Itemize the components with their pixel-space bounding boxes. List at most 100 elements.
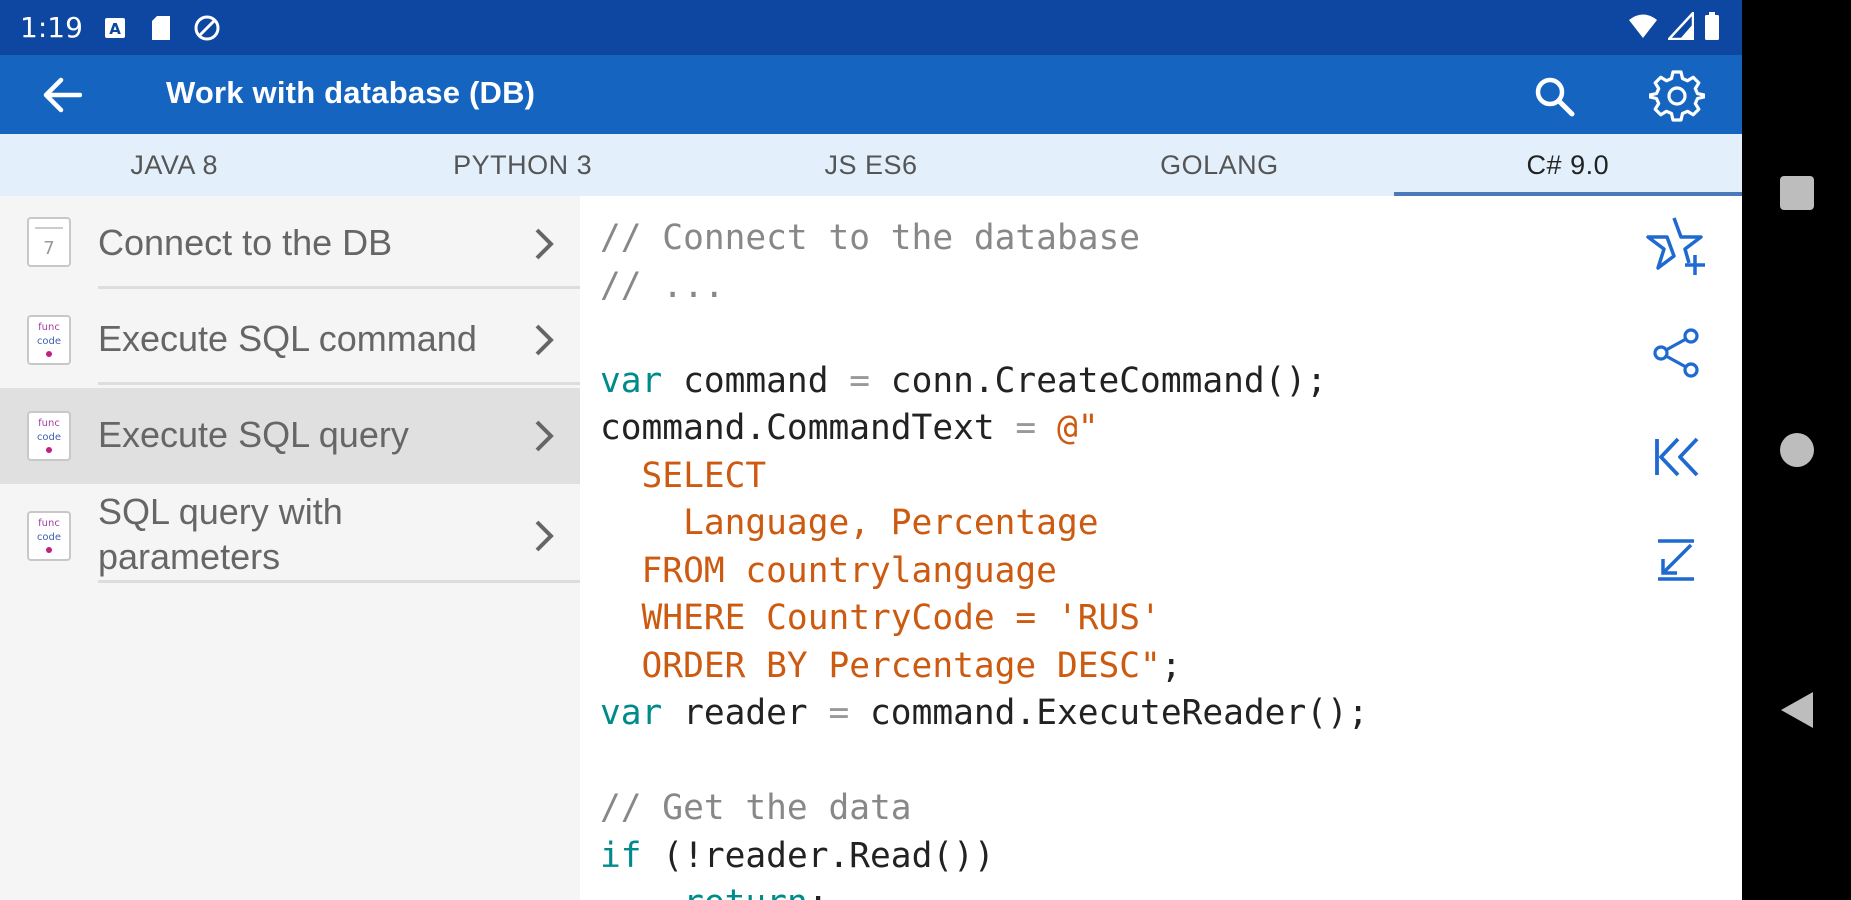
list-item-label: Connect to the DB bbox=[98, 222, 393, 263]
language-tabs: JAVA 8 PYTHON 3 JS ES6 GOLANG C# 9.0 bbox=[0, 134, 1742, 196]
code-line: WHERE CountryCode = 'RUS' bbox=[600, 595, 1369, 643]
list-item-label: Execute SQL command bbox=[98, 318, 477, 359]
app-bar: Work with database (DB) bbox=[0, 55, 1742, 134]
code-token: reader bbox=[662, 693, 829, 733]
share-icon bbox=[1653, 328, 1699, 378]
svg-text:code: code bbox=[37, 336, 61, 347]
tab-js-es6[interactable]: JS ES6 bbox=[697, 134, 1045, 196]
code-document-icon: func code bbox=[27, 411, 71, 461]
skip-to-start-icon bbox=[1655, 437, 1699, 477]
code-document-icon: func code bbox=[27, 315, 71, 365]
code-token: = bbox=[828, 693, 850, 733]
code-token: conn.CreateCommand(); bbox=[870, 360, 1327, 401]
tab-java-8[interactable]: JAVA 8 bbox=[0, 134, 348, 196]
overview-square-icon bbox=[1780, 176, 1814, 210]
code-line: // ... bbox=[600, 263, 1369, 311]
code-line: FROM countrylanguage bbox=[600, 548, 1369, 596]
tab-csharp-9[interactable]: C# 9.0 bbox=[1393, 134, 1742, 196]
home-button[interactable] bbox=[1774, 427, 1820, 473]
search-icon bbox=[1535, 77, 1575, 117]
code-token: (!reader.Read()) bbox=[641, 835, 995, 876]
share-button[interactable] bbox=[1640, 318, 1712, 388]
a-notification-icon: A bbox=[101, 14, 129, 42]
code-token: // Connect to the database bbox=[600, 218, 1141, 258]
code-token: // Get the data bbox=[600, 788, 912, 828]
svg-text:func: func bbox=[38, 418, 60, 429]
home-circle-icon bbox=[1780, 433, 1814, 467]
code-line: SELECT bbox=[600, 453, 1369, 501]
code-token: Language, Percentage bbox=[600, 503, 1099, 543]
back-triangle-icon bbox=[1781, 692, 1813, 728]
overview-button[interactable] bbox=[1774, 170, 1820, 216]
search-button[interactable] bbox=[1530, 73, 1578, 119]
code-token: ORDER BY Percentage DESC" bbox=[600, 645, 1161, 686]
code-document-icon: func code bbox=[27, 511, 71, 561]
chevron-right-icon bbox=[530, 320, 558, 360]
code-token: = bbox=[1015, 408, 1037, 448]
code-line: Language, Percentage bbox=[600, 500, 1369, 548]
code-token: // ... bbox=[600, 265, 725, 306]
divider bbox=[98, 286, 580, 289]
chevron-right-icon bbox=[530, 516, 558, 556]
list-item-execute-sql-query[interactable]: func code Execute SQL query bbox=[0, 388, 580, 484]
code-block: // Connect to the database // ... var com… bbox=[600, 215, 1369, 900]
list-item-label: SQL query with parameters bbox=[98, 491, 343, 577]
page-title: Work with database (DB) bbox=[166, 75, 536, 110]
battery-icon bbox=[1704, 12, 1720, 45]
add-favorite-button[interactable] bbox=[1640, 210, 1712, 280]
code-token: command.ExecuteReader(); bbox=[849, 693, 1369, 733]
code-line: var command = conn.CreateCommand(); bbox=[600, 358, 1369, 406]
list-item-sql-query-parameters[interactable]: func code SQL query with parameters bbox=[0, 484, 580, 589]
list-item-label: Execute SQL query bbox=[98, 414, 409, 455]
list-item-execute-sql-command[interactable]: func code Execute SQL command bbox=[0, 292, 580, 388]
code-line: return; bbox=[600, 880, 1369, 900]
code-line: command.CommandText = @" bbox=[600, 405, 1369, 453]
code-line: // Connect to the database bbox=[600, 215, 1369, 263]
code-token: command.CommandText bbox=[600, 408, 1016, 448]
sd-card-icon bbox=[147, 14, 175, 42]
code-token: FROM countrylanguage bbox=[600, 550, 1057, 591]
do-not-disturb-icon bbox=[193, 14, 221, 42]
collapse-down-icon bbox=[1658, 539, 1694, 581]
code-line: ORDER BY Percentage DESC"; bbox=[600, 643, 1369, 691]
divider bbox=[98, 580, 580, 583]
back-button[interactable] bbox=[40, 75, 84, 115]
back-arrow-icon bbox=[43, 77, 82, 113]
svg-text:func: func bbox=[38, 322, 60, 333]
code-token: @" bbox=[1056, 408, 1099, 448]
svg-text:func: func bbox=[38, 518, 60, 529]
topic-list: 7 Connect to the DB func code Execute SQ… bbox=[0, 196, 580, 900]
code-token: var bbox=[600, 693, 663, 733]
back-nav-button[interactable] bbox=[1774, 687, 1820, 733]
chevron-right-icon bbox=[530, 416, 558, 456]
app-screen: 1:19 A Work with database (DB) JAVA 8 PY… bbox=[0, 0, 1742, 900]
code-token: if bbox=[600, 835, 642, 876]
code-token: var bbox=[600, 360, 663, 401]
code-viewer[interactable]: // Connect to the database // ... var com… bbox=[580, 196, 1742, 900]
code-line: // Get the data bbox=[600, 785, 1369, 833]
tab-python-3[interactable]: PYTHON 3 bbox=[348, 134, 696, 196]
code-token: SELECT bbox=[600, 455, 767, 496]
signal-icon bbox=[1666, 9, 1695, 45]
svg-text:code: code bbox=[37, 432, 61, 443]
star-add-icon bbox=[1646, 217, 1705, 275]
code-token: return bbox=[683, 883, 808, 900]
code-token: = bbox=[849, 360, 871, 401]
status-right-icons bbox=[1628, 9, 1720, 45]
skip-to-start-button[interactable] bbox=[1640, 422, 1712, 492]
svg-text:7: 7 bbox=[43, 238, 54, 259]
list-item-connect-db[interactable]: 7 Connect to the DB bbox=[0, 196, 580, 292]
code-token: ; bbox=[1160, 645, 1182, 686]
collapse-down-button[interactable] bbox=[1640, 525, 1712, 595]
status-time: 1:19 bbox=[20, 11, 83, 44]
chevron-right-icon bbox=[530, 224, 558, 264]
settings-button[interactable] bbox=[1648, 68, 1706, 124]
tab-golang[interactable]: GOLANG bbox=[1045, 134, 1393, 196]
gear-icon bbox=[1649, 70, 1705, 122]
code-line: if (!reader.Read()) bbox=[600, 833, 1369, 881]
code-token: WHERE CountryCode = 'RUS' bbox=[600, 598, 1161, 638]
